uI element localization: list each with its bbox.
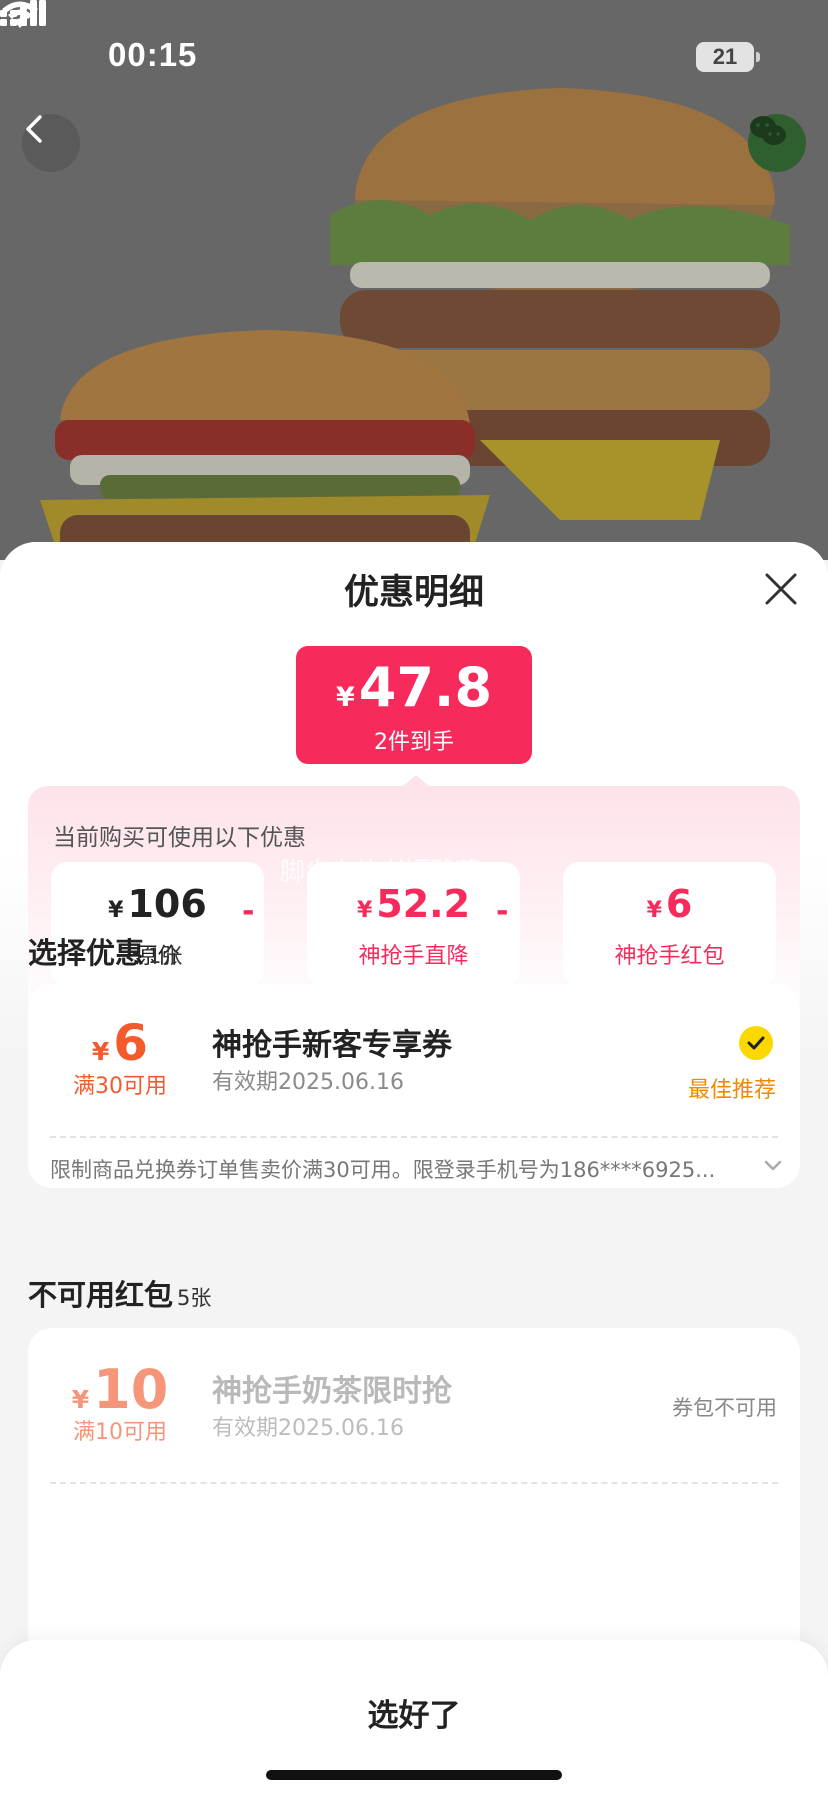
final-price-subtitle: 2件到手 — [374, 730, 454, 755]
coupon-name: 神抢手新客专享券 — [212, 1028, 452, 1063]
red-packet-label: 神抢手红包 — [614, 944, 725, 969]
select-coupon-heading: 选择优惠 1张 — [28, 930, 182, 972]
battery-level: 21 — [712, 44, 738, 69]
coupon-amount: ¥6 — [58, 1014, 182, 1072]
selected-checkmark-icon[interactable] — [739, 1026, 773, 1060]
red-packet-currency: ¥ — [646, 898, 662, 923]
original-price-currency: ¥ — [108, 898, 124, 923]
red-packet-box: ¥6 神抢手红包 — [563, 862, 776, 986]
unavailable-coupon-name: 神抢手奶茶限时抢 — [212, 1374, 452, 1409]
close-icon[interactable] — [762, 570, 800, 608]
status-time: 00:15 — [108, 36, 198, 73]
product-hero-image: 00:15 21 — [0, 0, 828, 560]
unavailable-coupon-card: ¥10 满10可用 神抢手奶茶限时抢 有效期2025.06.16 券包不可用 — [28, 1328, 800, 1668]
check-icon — [747, 1036, 765, 1050]
wechat-icon — [750, 116, 786, 145]
coupon-validity: 有效期2025.06.16 — [212, 1070, 404, 1095]
selected-coupon-card[interactable]: ¥6 满30可用 神抢手新客专享券 有效期2025.06.16 最佳推荐 限制商… — [28, 984, 800, 1188]
coupon-amount-value: 6 — [113, 1014, 149, 1072]
red-packet-amount: 6 — [665, 882, 693, 926]
discount-detail-sheet: 优惠明细 ¥47.8 2件到手 当前购买可使用以下优惠 脚尖上的老罈酸菜 ¥10… — [0, 542, 828, 1795]
red-packet-value: ¥6 — [563, 882, 776, 926]
home-indicator — [266, 1770, 562, 1780]
unavailable-coupon-validity: 有效期2025.06.16 — [212, 1416, 404, 1441]
best-recommend-tag: 最佳推荐 — [688, 1078, 777, 1103]
unavailable-status: 券包不可用 — [672, 1396, 777, 1420]
wechat-share-button[interactable] — [748, 114, 806, 172]
original-price-value: ¥106 — [51, 882, 264, 926]
direct-discount-box: ¥52.2 神抢手直降 — [307, 862, 520, 986]
battery-indicator: 21 — [696, 42, 754, 72]
back-button[interactable] — [22, 114, 80, 172]
final-price-badge: ¥47.8 2件到手 — [296, 646, 532, 764]
bottom-action-bar: 选好了 — [0, 1640, 828, 1795]
minus-sign: - — [242, 894, 255, 929]
direct-discount-label: 神抢手直降 — [358, 944, 469, 969]
status-bar: 00:15 21 — [0, 0, 828, 110]
direct-discount-currency: ¥ — [356, 898, 373, 923]
direct-discount-value: ¥52.2 — [307, 882, 520, 926]
coupon-currency: ¥ — [91, 1037, 110, 1066]
chevron-down-icon[interactable] — [764, 1160, 782, 1172]
coupon-divider — [50, 1136, 778, 1138]
direct-discount-amount: 52.2 — [376, 882, 471, 926]
unavailable-coupon-amount-value: 10 — [93, 1358, 169, 1421]
final-price-amount: 47.8 — [358, 656, 493, 719]
unavailable-coupons-heading: 不可用红包 5张 — [28, 1272, 211, 1314]
final-price: ¥47.8 — [296, 656, 532, 719]
coupon-divider — [50, 1482, 778, 1484]
breakdown-hint: 当前购买可使用以下优惠 — [53, 825, 306, 851]
coupon-condition: 满30可用 — [73, 1074, 167, 1099]
select-coupon-count: 1张 — [148, 944, 183, 968]
final-price-currency: ¥ — [335, 682, 355, 713]
sheet-title: 优惠明细 — [343, 573, 484, 613]
minus-sign: - — [496, 894, 509, 929]
coupon-description: 限制商品兑换券订单售卖价满30可用。限登录手机号为186****6925... — [50, 1158, 716, 1182]
unavailable-title: 不可用红包 — [28, 1278, 174, 1312]
original-price-amount: 106 — [127, 882, 207, 926]
unavailable-count: 5张 — [177, 1286, 212, 1310]
done-button[interactable]: 选好了 — [0, 1690, 828, 1735]
wifi-icon — [2, 1, 38, 28]
chevron-left-icon — [26, 115, 42, 143]
unavailable-coupon-amount: ¥10 — [58, 1358, 182, 1421]
unavailable-coupon-currency: ¥ — [71, 1385, 90, 1414]
unavailable-coupon-condition: 满10可用 — [73, 1420, 167, 1445]
battery-tip — [756, 52, 760, 62]
select-coupon-title: 选择优惠 — [28, 936, 145, 970]
